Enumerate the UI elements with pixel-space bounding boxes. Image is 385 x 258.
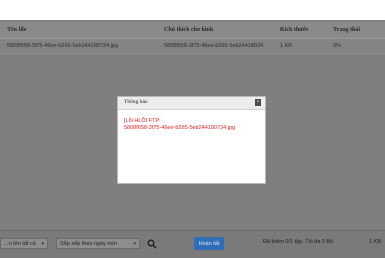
column-header-filename[interactable]: Tên file <box>7 22 157 38</box>
size-cell: 1 KB <box>280 43 292 49</box>
summary-text: Đã thêm 0/1 tập. Tối đa 0 Bộ <box>263 239 334 245</box>
complete-button[interactable]: Hoàn tất <box>194 237 224 250</box>
table-header: Tên file Chú thích cho hình Kích thước T… <box>0 22 385 39</box>
sort-select[interactable]: Sắp xếp theo ngày mới ▾ <box>56 238 140 249</box>
top-bar <box>0 0 385 20</box>
caption-cell[interactable]: 5808f658-3f75-46ee-b265-5eb24418034 <box>164 39 276 53</box>
dialog-header: Thông báo × <box>118 97 265 110</box>
chevron-down-icon: ▾ <box>41 241 44 247</box>
table-row[interactable]: 5808f658-3f75-46ee-b265-5eb244180734.jpg… <box>0 39 385 54</box>
total-size: 1 KB <box>369 239 381 245</box>
column-header-size[interactable]: Kích thước <box>280 22 330 38</box>
error-message-line: [Lỗi HLỖI FTP: <box>124 118 161 124</box>
search-icon[interactable] <box>147 239 157 249</box>
notification-dialog: Thông báo × [Lỗi HLỖI FTP: 5808f658-3f75… <box>117 96 266 184</box>
dialog-title: Thông báo <box>124 99 148 105</box>
status-cell: 0% <box>333 43 341 49</box>
filter-select[interactable]: ...o tên tất cả ▾ <box>0 238 48 249</box>
sort-select-value: Sắp xếp theo ngày mới <box>60 240 117 247</box>
dialog-message: [Lỗi HLỖI FTP: 5808f658-3f75-46ee-b265-5… <box>118 110 265 132</box>
chevron-down-icon: ▾ <box>133 241 136 247</box>
close-icon[interactable]: × <box>255 99 261 106</box>
footer-toolbar: ...o tên tất cả ▾ Sắp xếp theo ngày mới … <box>0 230 385 258</box>
filter-select-value: ...o tên tất cả <box>4 240 36 247</box>
error-file-name: 5808f658-3f75-46ee-b265-5eb244180734.jpg <box>124 125 236 131</box>
file-name-cell: 5808f658-3f75-46ee-b265-5eb244180734.jpg <box>7 43 119 49</box>
column-header-status[interactable]: Trạng thái <box>333 22 385 38</box>
column-header-caption[interactable]: Chú thích cho hình <box>164 22 276 38</box>
upload-summary: Đã thêm 0/1 tập. Tối đa 0 Bộ 1 KB <box>263 239 385 245</box>
